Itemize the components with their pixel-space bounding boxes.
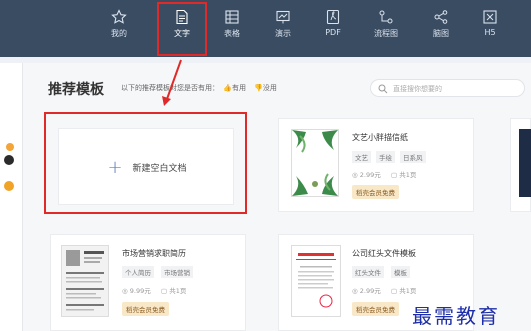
vip-free-badge[interactable]: 稻壳会员免费 bbox=[352, 302, 399, 316]
app-toolbar: 我的 文字 表格 演示 PDF 流程图 脑图 H5 bbox=[0, 0, 531, 57]
side-dot bbox=[4, 155, 14, 165]
red-header-document-thumbnail bbox=[296, 253, 336, 308]
nav-my[interactable]: 我的 bbox=[99, 6, 139, 52]
vip-free-badge[interactable]: 稻壳会员免费 bbox=[352, 185, 399, 199]
vip-free-badge[interactable]: 稻壳会员免费 bbox=[122, 302, 169, 316]
template-thumbnail bbox=[61, 245, 109, 317]
nav-presentation[interactable]: 演示 bbox=[263, 6, 303, 52]
template-pages: ▢ 共1页 bbox=[161, 287, 187, 295]
thumbs-down-icon[interactable]: 👎 bbox=[254, 84, 263, 92]
template-pages: ▢ 共1页 bbox=[391, 171, 417, 179]
nav-label: 表格 bbox=[224, 29, 240, 38]
price-value: 2.99元 bbox=[359, 287, 381, 295]
template-thumbnail bbox=[291, 245, 341, 317]
page-title: 推荐模板 bbox=[48, 82, 104, 98]
template-card[interactable]: 市场营销求职简历 个人简历 市场营销 ◎ 9.99元 ▢ 共1页 稻壳会员免费 bbox=[50, 234, 246, 331]
resume-thumbnail bbox=[66, 250, 104, 311]
table-icon bbox=[225, 10, 239, 24]
template-tag: 日系风 bbox=[400, 151, 426, 163]
left-side-strip bbox=[0, 63, 23, 331]
nav-flowchart[interactable]: 流程图 bbox=[366, 6, 406, 52]
template-price: ◎ 2.99元 bbox=[352, 171, 381, 179]
template-thumbnail bbox=[291, 129, 339, 197]
template-pages: ▢ 共1页 bbox=[391, 287, 417, 295]
flowchart-icon bbox=[379, 10, 393, 24]
template-tag: 红头文件 bbox=[352, 266, 384, 278]
leaf-pattern-thumbnail bbox=[292, 130, 338, 196]
template-tag: 模板 bbox=[391, 266, 410, 278]
search-icon bbox=[378, 84, 388, 94]
price-value: 2.99元 bbox=[359, 171, 381, 179]
side-dot bbox=[4, 181, 14, 191]
search-box[interactable]: 直接搜你想要的 bbox=[370, 79, 525, 97]
mindmap-icon bbox=[434, 10, 448, 24]
template-title: 公司红头文件模板 bbox=[352, 249, 416, 258]
useless-link[interactable]: 没用 bbox=[263, 84, 277, 92]
search-placeholder: 直接搜你想要的 bbox=[393, 85, 442, 93]
nav-sheet[interactable]: 表格 bbox=[212, 6, 252, 52]
template-title: 市场营销求职简历 bbox=[122, 249, 186, 258]
feedback-question: 以下的推荐模板对您是否有用： bbox=[121, 84, 219, 92]
watermark-text: 最需教育 bbox=[412, 304, 500, 328]
nav-label: 流程图 bbox=[374, 29, 398, 38]
template-tag: 手绘 bbox=[376, 151, 395, 163]
nav-label: 脑图 bbox=[433, 29, 449, 38]
useful-link[interactable]: 有用 bbox=[232, 84, 246, 92]
star-icon bbox=[111, 9, 127, 24]
text-tab-highlight-box bbox=[157, 2, 207, 56]
nav-pdf[interactable]: PDF bbox=[313, 6, 353, 52]
template-price: ◎ 2.99元 bbox=[352, 287, 381, 295]
nav-label: H5 bbox=[484, 28, 496, 37]
template-card[interactable]: 文艺小胖描信纸 文艺 手绘 日系风 ◎ 2.99元 ▢ 共1页 稻壳会员免费 bbox=[278, 118, 474, 212]
template-card-partial[interactable] bbox=[510, 118, 531, 212]
nav-h5[interactable]: H5 bbox=[470, 6, 510, 52]
pages-value: 共1页 bbox=[169, 287, 187, 295]
template-price: ◎ 9.99元 bbox=[122, 287, 151, 295]
side-dot bbox=[6, 143, 14, 151]
blank-highlight-box bbox=[44, 112, 247, 214]
feedback-row: 以下的推荐模板对您是否有用： 👍有用 👎没用 bbox=[121, 83, 277, 93]
presentation-icon bbox=[276, 10, 290, 24]
nav-label: 演示 bbox=[275, 29, 291, 38]
template-thumbnail bbox=[519, 129, 531, 197]
template-tag: 个人简历 bbox=[122, 266, 154, 278]
template-title: 文艺小胖描信纸 bbox=[352, 133, 408, 142]
nav-mindmap[interactable]: 脑图 bbox=[421, 6, 461, 52]
template-tag: 文艺 bbox=[352, 151, 371, 163]
price-value: 9.99元 bbox=[129, 287, 151, 295]
thumbs-up-icon[interactable]: 👍 bbox=[223, 84, 232, 92]
h5-icon bbox=[483, 10, 497, 24]
pages-value: 共1页 bbox=[399, 171, 417, 179]
pages-value: 共1页 bbox=[399, 287, 417, 295]
template-tag: 市场营销 bbox=[161, 266, 193, 278]
nav-label: PDF bbox=[325, 28, 341, 37]
pdf-icon bbox=[326, 9, 340, 25]
nav-label: 我的 bbox=[111, 29, 127, 38]
